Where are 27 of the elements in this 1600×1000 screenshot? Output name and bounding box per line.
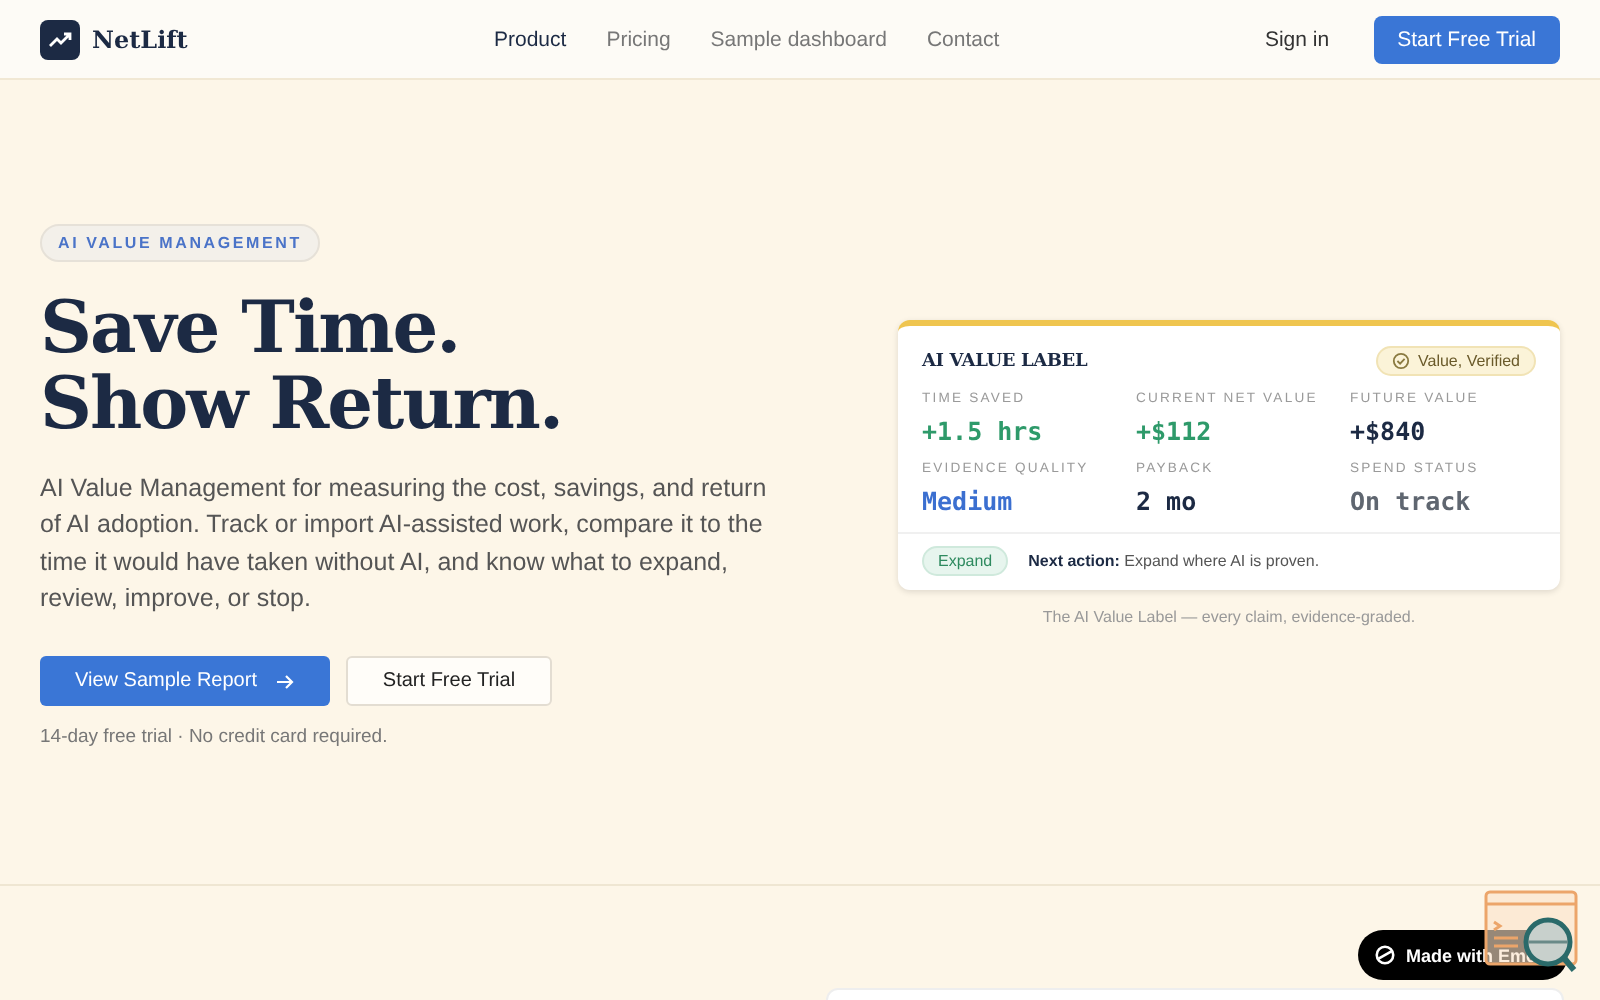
- start-trial-button[interactable]: Start Free Trial: [1373, 15, 1560, 63]
- metric-value: +1.5 hrs: [922, 416, 1045, 446]
- nav-link[interactable]: Sample dashboard: [710, 27, 887, 51]
- hero-description: AI Value Management for measuring the cost, savings, and return of AI adoption. Track or import AI-assisted work, compare it to the time it would have taken without AI, and know what to expand, review, improve, or stop.: [40, 472, 769, 616]
- verified-badge: Value, Verified: [1376, 346, 1536, 376]
- arrow-right-icon: [276, 673, 295, 690]
- logo-icon: [40, 19, 80, 59]
- eyebrow-badge: AI VALUE MANAGEMENT: [40, 224, 320, 262]
- card-caption: The AI Value Label — every claim, evidence-graded.: [1042, 608, 1416, 626]
- nav-link[interactable]: Pricing: [606, 27, 671, 51]
- sign-in-link[interactable]: Sign in: [1264, 27, 1330, 51]
- metric-value: On track: [1350, 486, 1473, 516]
- metric-value: 2 mo: [1136, 486, 1199, 516]
- view-report-button[interactable]: View Sample Report: [40, 656, 330, 707]
- trial-note: 14-day free trial · No credit card required.: [40, 726, 390, 749]
- status-tag: Expand: [922, 546, 1009, 576]
- nav-link[interactable]: Product: [494, 27, 567, 51]
- metric-value: Medium: [922, 486, 1015, 516]
- card-title: AI VALUE LABEL: [922, 351, 1088, 371]
- metric-value: +$112: [1136, 416, 1214, 446]
- brand-name: NetLift: [92, 25, 188, 53]
- next-action-text: Next action: Expand where AI is proven.: [1028, 552, 1320, 570]
- hero-title: Show Return.: [40, 366, 565, 442]
- hero-title: Save Time.: [40, 290, 462, 366]
- metric-value: +$840: [1350, 416, 1428, 446]
- start-trial-button[interactable]: Start Free Trial: [346, 656, 552, 707]
- nav-link[interactable]: Contact: [926, 27, 1000, 51]
